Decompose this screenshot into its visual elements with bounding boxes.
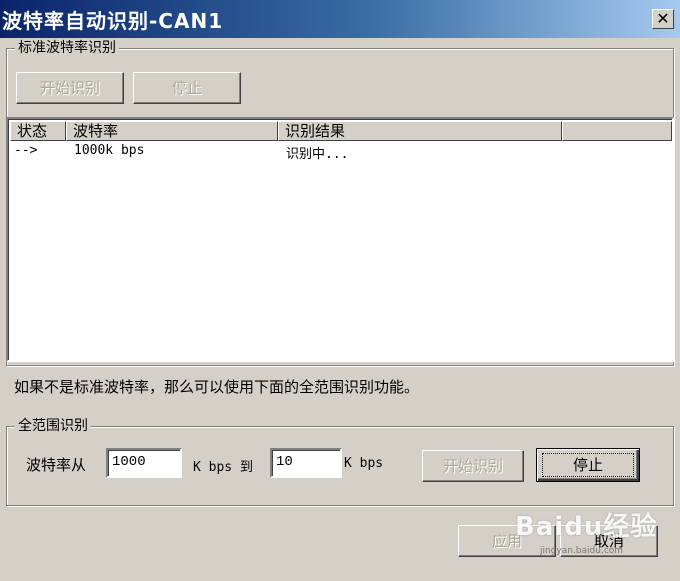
column-header-status[interactable]: 状态: [10, 121, 66, 141]
full-range-group-label: 全范围识别: [15, 417, 91, 435]
info-text: 如果不是标准波特率，那么可以使用下面的全范围识别功能。: [14, 378, 420, 396]
window-title: 波特率自动识别-CAN1: [2, 9, 224, 33]
row-status: -->: [14, 143, 38, 158]
close-icon: ✕: [656, 9, 670, 28]
from-baud-input[interactable]: 1000: [106, 448, 182, 478]
full-range-stop-button[interactable]: 停止: [536, 448, 640, 482]
close-button[interactable]: ✕: [652, 9, 674, 29]
column-header-result[interactable]: 识别结果: [278, 121, 562, 141]
to-baud-input[interactable]: 10: [270, 448, 342, 478]
list-header: 状态 波特率 识别结果: [10, 121, 672, 141]
full-range-start-button[interactable]: 开始识别: [422, 450, 524, 482]
column-header-baud[interactable]: 波特率: [66, 121, 278, 141]
cancel-button[interactable]: 取消: [560, 525, 658, 557]
from-label: 波特率从: [26, 456, 87, 474]
row-result: 识别中...: [286, 147, 349, 162]
title-bar: 波特率自动识别-CAN1 ✕: [0, 0, 680, 38]
standard-stop-button[interactable]: 停止: [133, 72, 241, 104]
standard-baud-group-label: 标准波特率识别: [15, 39, 119, 57]
column-header-spacer: [562, 121, 672, 141]
focus-rect: [542, 453, 634, 477]
unit-label: K bps: [344, 456, 384, 471]
unit-to-label: K bps 到: [193, 460, 253, 475]
standard-start-button[interactable]: 开始识别: [16, 72, 124, 104]
apply-button[interactable]: 应用: [458, 525, 556, 557]
row-baud: 1000k bps: [74, 143, 145, 158]
baud-result-list[interactable]: 状态 波特率 识别结果 --> 1000k bps 识别中...: [6, 117, 674, 362]
